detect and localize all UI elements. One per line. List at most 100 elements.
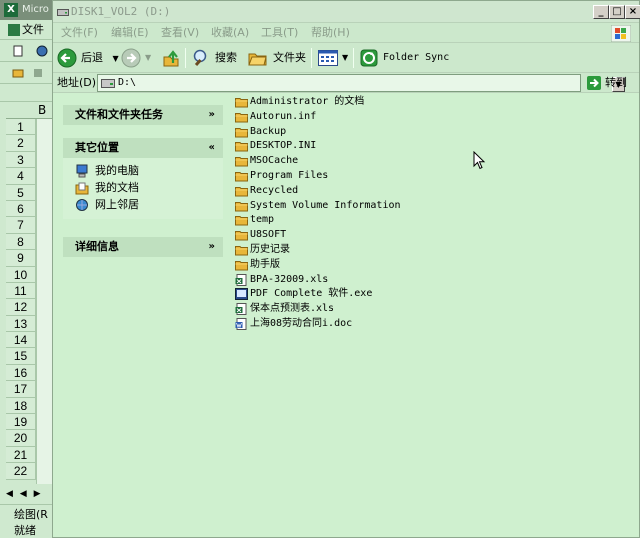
row-header[interactable]: 15 — [6, 348, 36, 365]
other-places-pane: 其它位置 « 我的电脑 我的文档 网上邻居 — [63, 138, 223, 219]
row-header[interactable]: 5 — [6, 184, 36, 201]
back-button[interactable]: 后退 ▼ — [57, 47, 119, 69]
file-name: BPA-32009.xls — [250, 273, 329, 285]
file-item[interactable]: DESKTOP.INI — [235, 139, 535, 154]
row-header[interactable]: 12 — [6, 299, 36, 316]
sheet-nav-arrows[interactable]: ◀ ◀ ▶ — [0, 486, 52, 502]
menu-view[interactable]: 查看(V) — [161, 23, 199, 43]
row-header[interactable]: 10 — [6, 266, 36, 283]
file-name: Recycled — [250, 184, 299, 196]
expand-chevron-icon[interactable]: » — [209, 105, 215, 125]
back-label: 后退 — [81, 51, 103, 64]
folder-sync-button[interactable]: Folder Sync — [359, 47, 449, 69]
search-button[interactable]: 搜索 — [191, 47, 241, 69]
address-bar: 地址(D) D:\ ▼ 转到 — [53, 73, 639, 93]
file-name: System Volume Information — [250, 199, 401, 211]
file-tasks-header[interactable]: 文件和文件夹任务 » — [63, 105, 223, 125]
row-header[interactable]: 2 — [6, 135, 36, 152]
file-name: Program Files — [250, 169, 329, 181]
folder-icon — [235, 231, 248, 241]
folder-icon — [235, 171, 248, 182]
minimize-button[interactable]: _ — [593, 5, 609, 19]
row-header[interactable]: 17 — [6, 381, 36, 398]
address-input[interactable]: D:\ ▼ — [97, 74, 625, 92]
excel-toolbar-standard — [0, 40, 52, 62]
excel-row-headers: 1 2 3 4 5 6 7 8 9 10 11 12 13 14 15 16 17 18 19 20 21 22 — [6, 119, 36, 480]
file-item[interactable]: U8SOFT — [235, 228, 535, 243]
row-header[interactable]: 4 — [6, 168, 36, 185]
row-header[interactable]: 8 — [6, 233, 36, 251]
globe-icon[interactable] — [36, 45, 48, 57]
details-header[interactable]: 详细信息 » — [63, 237, 223, 257]
row-header[interactable]: 14 — [6, 332, 36, 349]
menu-favorites[interactable]: 收藏(A) — [211, 23, 249, 43]
row-header[interactable]: 3 — [6, 151, 36, 169]
file-item[interactable]: temp — [235, 213, 535, 228]
row-header[interactable]: 20 — [6, 430, 36, 447]
maximize-button[interactable]: □ — [609, 5, 625, 19]
row-header[interactable]: 16 — [6, 364, 36, 382]
file-item[interactable]: MSOCache — [235, 154, 535, 169]
file-item[interactable]: Administrator 的文档 — [235, 95, 535, 110]
row-header[interactable]: 9 — [6, 250, 36, 267]
row-header[interactable]: 6 — [6, 200, 36, 218]
open-folder-icon[interactable] — [12, 67, 24, 79]
menu-help[interactable]: 帮助(H) — [311, 23, 350, 43]
expand-chevron-icon[interactable]: » — [209, 237, 215, 257]
window-titlebar[interactable]: DISK1_VOL2 (D:) _ □ × — [53, 1, 640, 23]
row-header[interactable]: 1 — [6, 119, 36, 136]
row-header[interactable]: 21 — [6, 446, 36, 464]
file-item[interactable]: Program Files — [235, 169, 535, 184]
file-item[interactable]: Backup — [235, 125, 535, 140]
go-button[interactable]: 转到 — [585, 74, 637, 92]
tool-icon[interactable] — [32, 67, 44, 79]
close-button[interactable]: × — [625, 5, 640, 19]
menu-file[interactable]: 文件(F) — [61, 23, 98, 43]
row-header[interactable]: 22 — [6, 463, 36, 480]
excel-titlebar[interactable]: X Micro — [0, 0, 52, 20]
file-item[interactable]: 历史记录 — [235, 243, 535, 258]
forward-button[interactable]: ▼ — [121, 47, 157, 69]
link-my-computer[interactable]: 我的电脑 — [75, 162, 223, 179]
folders-button[interactable]: 文件夹 — [247, 47, 309, 69]
excel-formula-bar[interactable] — [0, 84, 52, 102]
excel-icon: X — [4, 3, 18, 17]
link-my-documents[interactable]: 我的文档 — [75, 179, 223, 196]
folder-icon — [235, 216, 248, 226]
go-label: 转到 — [605, 76, 627, 89]
row-header[interactable]: 19 — [6, 414, 36, 431]
forward-dropdown-icon[interactable]: ▼ — [145, 47, 151, 69]
folder-icon — [235, 260, 248, 271]
link-network-places[interactable]: 网上邻居 — [75, 196, 223, 213]
row-header[interactable]: 18 — [6, 397, 36, 415]
file-item[interactable]: BPA-32009.xls — [235, 273, 535, 288]
up-folder-icon[interactable] — [161, 48, 181, 70]
row-header[interactable]: 7 — [6, 217, 36, 234]
file-item[interactable]: Autorun.inf — [235, 110, 535, 125]
back-dropdown-icon[interactable]: ▼ — [113, 54, 119, 63]
other-places-body: 我的电脑 我的文档 网上邻居 — [63, 158, 223, 219]
file-item[interactable]: System Volume Information — [235, 199, 535, 214]
file-item[interactable]: 上海08劳动合同i.doc — [235, 317, 535, 332]
menu-tools[interactable]: 工具(T) — [261, 23, 298, 43]
row-header[interactable]: 13 — [6, 315, 36, 333]
folder-icon — [235, 112, 248, 123]
excel-draw-toolbar[interactable]: 绘图(R — [0, 504, 52, 524]
row-header[interactable]: 11 — [6, 282, 36, 300]
column-b-label[interactable]: B — [38, 102, 46, 119]
views-dropdown-icon[interactable]: ▼ — [342, 47, 348, 69]
other-places-header[interactable]: 其它位置 « — [63, 138, 223, 158]
views-button[interactable]: ▼ — [317, 47, 353, 69]
excel-cell-grid[interactable] — [36, 119, 52, 484]
file-item[interactable]: PDF Complete 软件.exe — [235, 287, 535, 302]
excel-menu-file[interactable]: 文件 — [22, 23, 44, 36]
menu-edit[interactable]: 编辑(E) — [111, 23, 149, 43]
other-places-title: 其它位置 — [75, 141, 119, 154]
file-item[interactable]: Recycled — [235, 184, 535, 199]
file-item[interactable]: 助手版 — [235, 258, 535, 273]
collapse-chevron-icon[interactable]: « — [209, 138, 215, 158]
new-document-icon[interactable] — [12, 45, 24, 57]
file-item[interactable]: 保本点预测表.xls — [235, 302, 535, 317]
file-name: DESKTOP.INI — [250, 140, 317, 152]
folder-icon — [235, 127, 248, 138]
